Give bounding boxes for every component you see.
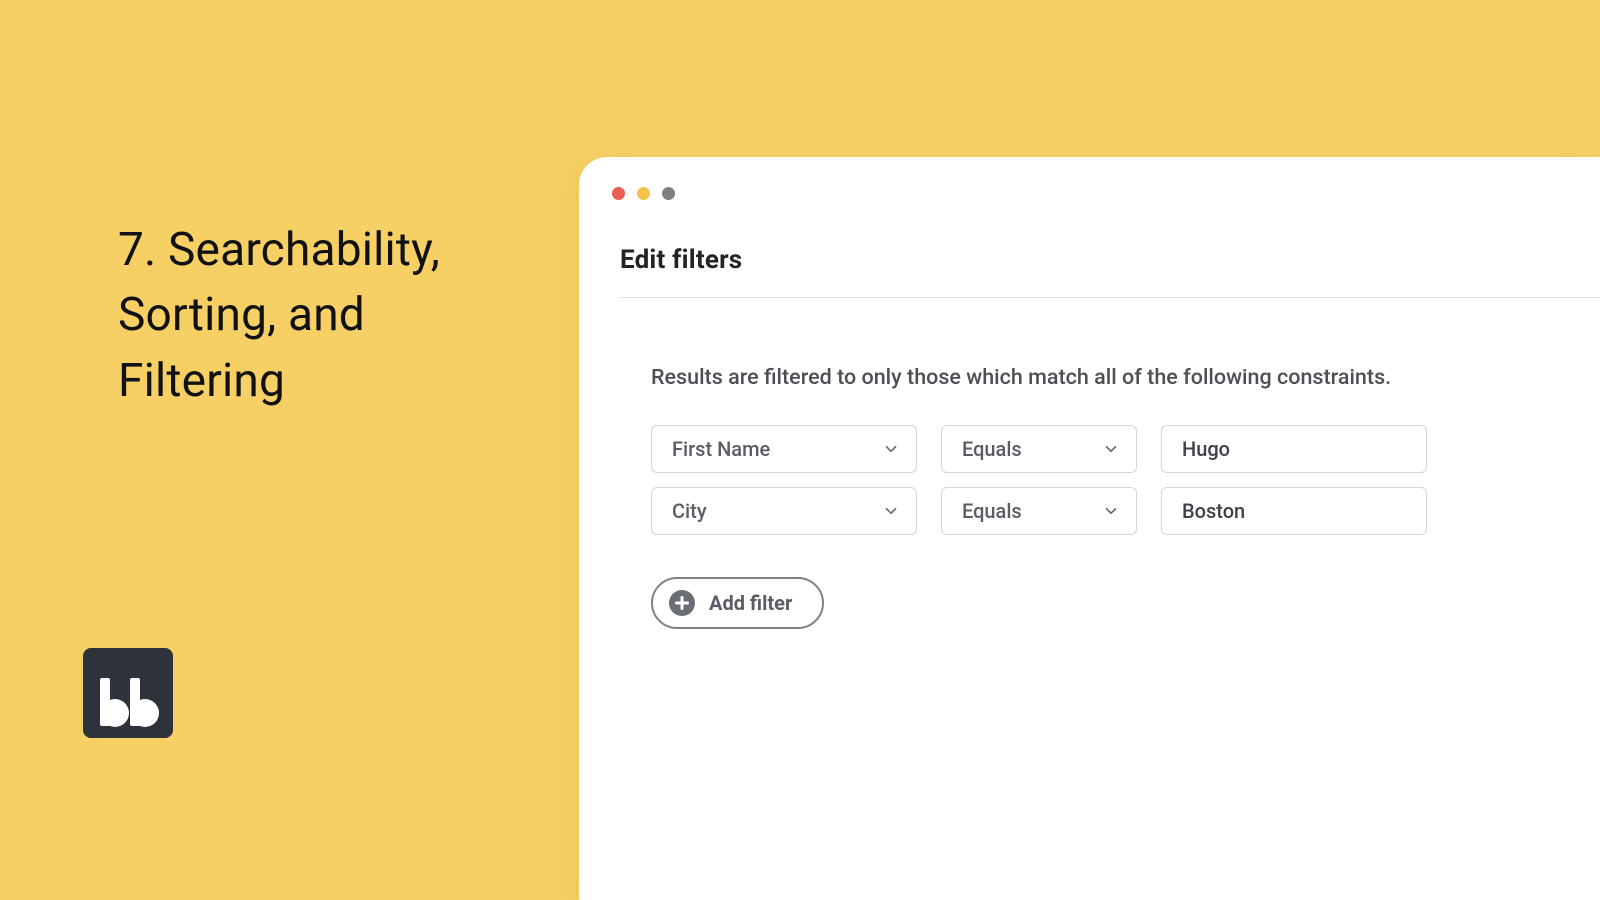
chevron-down-icon <box>882 440 900 458</box>
filter-value-input[interactable] <box>1161 425 1427 473</box>
add-filter-label: Add filter <box>709 591 792 615</box>
window-minimize-icon[interactable] <box>637 187 650 200</box>
slide-title: 7. Searchability, Sorting, and Filtering <box>118 218 498 414</box>
window-traffic-lights <box>612 187 675 200</box>
chevron-down-icon <box>1102 502 1120 520</box>
add-filter-button[interactable]: Add filter <box>651 577 824 629</box>
app-window: Edit filters Results are filtered to onl… <box>579 157 1600 900</box>
filter-operator-value: Equals <box>962 499 1022 523</box>
filter-field-select[interactable]: City <box>651 487 917 535</box>
filter-operator-select[interactable]: Equals <box>941 425 1137 473</box>
panel-title: Edit filters <box>620 245 742 275</box>
filter-row: City Equals <box>651 487 1427 535</box>
bb-logo-icon <box>96 678 160 728</box>
filter-field-value: City <box>672 499 707 523</box>
logo-badge <box>83 648 173 738</box>
filter-description: Results are filtered to only those which… <box>651 365 1570 390</box>
filter-operator-select[interactable]: Equals <box>941 487 1137 535</box>
window-close-icon[interactable] <box>612 187 625 200</box>
filter-row: First Name Equals <box>651 425 1427 473</box>
filter-value-input[interactable] <box>1161 487 1427 535</box>
divider <box>620 297 1600 298</box>
filter-field-value: First Name <box>672 437 770 461</box>
filter-operator-value: Equals <box>962 437 1022 461</box>
chevron-down-icon <box>1102 440 1120 458</box>
chevron-down-icon <box>882 502 900 520</box>
filter-field-select[interactable]: First Name <box>651 425 917 473</box>
filter-rows: First Name Equals City Equals <box>651 425 1427 535</box>
plus-circle-icon <box>669 590 695 616</box>
window-zoom-icon[interactable] <box>662 187 675 200</box>
